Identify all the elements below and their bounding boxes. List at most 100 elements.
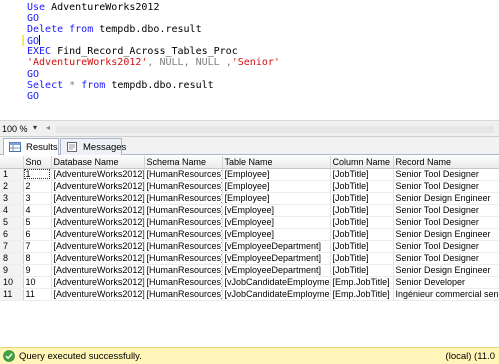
zoom-dropdown-icon[interactable]: ▾ xyxy=(33,123,37,132)
cell-column[interactable]: [JobTitle] xyxy=(330,240,394,253)
zoom-level[interactable]: 100 % xyxy=(2,124,28,134)
cell-schema[interactable]: [HumanResources] xyxy=(144,192,223,205)
cell-table[interactable]: [vEmployee] xyxy=(222,204,331,217)
cell-database[interactable]: [AdventureWorks2012] xyxy=(51,192,145,205)
cell-schema[interactable]: [HumanResources] xyxy=(144,216,223,229)
cell-column[interactable]: [JobTitle] xyxy=(330,180,394,193)
cell-table[interactable]: [Employee] xyxy=(222,168,331,181)
code-line-go3[interactable]: GO xyxy=(0,69,499,80)
cell-schema[interactable]: [HumanResources] xyxy=(144,228,223,241)
cell-record[interactable]: Senior Design Engineer xyxy=(393,264,499,277)
cell-record[interactable]: Senior Tool Designer xyxy=(393,240,499,253)
cell-column[interactable]: [Emp.JobTitle] xyxy=(330,288,394,301)
row-number[interactable]: 8 xyxy=(0,252,24,265)
table-row[interactable]: 5 5 [AdventureWorks2012] [HumanResources] [v… xyxy=(0,216,499,229)
cell-schema[interactable]: [HumanResources] xyxy=(144,204,223,217)
column-header[interactable]: Record Name xyxy=(393,156,499,169)
cell-schema[interactable]: [HumanResources] xyxy=(144,168,223,181)
cell-record[interactable]: Senior Tool Designer xyxy=(393,180,499,193)
grid-corner[interactable] xyxy=(0,156,24,169)
table-row[interactable]: 8 8 [AdventureWorks2012] [HumanResources] [v… xyxy=(0,252,499,265)
cell-database[interactable]: [AdventureWorks2012] xyxy=(51,204,145,217)
table-row[interactable]: 11 11 [AdventureWorks2012] [HumanResources]… xyxy=(0,288,499,301)
cell-record[interactable]: Ingénieur commercial senior xyxy=(393,288,499,301)
cell-column[interactable]: [JobTitle] xyxy=(330,228,394,241)
table-row[interactable]: 7 7 [AdventureWorks2012] [HumanResources] [v… xyxy=(0,240,499,253)
cell-database[interactable]: [AdventureWorks2012] xyxy=(51,240,145,253)
table-row[interactable]: 2 2 [AdventureWorks2012] [HumanResources] [E… xyxy=(0,180,499,193)
table-row[interactable]: 10 10 [AdventureWorks2012] [HumanResources]… xyxy=(0,276,499,289)
cell-sno[interactable]: 9 xyxy=(23,264,52,277)
cell-database[interactable]: [AdventureWorks2012] xyxy=(51,252,145,265)
table-row[interactable]: 6 6 [AdventureWorks2012] [HumanResources] [v… xyxy=(0,228,499,241)
code-line-args[interactable]: 'AdventureWorks2012', NULL, NULL ,'Senio… xyxy=(0,57,499,68)
tab-results[interactable]: Results xyxy=(3,138,59,156)
scroll-left-icon[interactable]: ◂ xyxy=(46,123,50,132)
cell-table[interactable]: [vEmployee] xyxy=(222,216,331,229)
cell-column[interactable]: [JobTitle] xyxy=(330,168,394,181)
table-row[interactable]: 9 9 [AdventureWorks2012] [HumanResources] [v… xyxy=(0,264,499,277)
code-line-use[interactable]: Use AdventureWorks2012 xyxy=(0,2,499,13)
horizontal-scrollbar[interactable] xyxy=(56,126,494,133)
cell-schema[interactable]: [HumanResources] xyxy=(144,252,223,265)
cell-table[interactable]: [vEmployeeDepartment] xyxy=(222,264,331,277)
cell-sno[interactable]: 10 xyxy=(23,276,52,289)
table-row[interactable]: 1 1 [AdventureWorks2012] [HumanResources] [E… xyxy=(0,168,499,181)
cell-database[interactable]: [AdventureWorks2012] xyxy=(51,276,145,289)
cell-record[interactable]: Senior Design Engineer xyxy=(393,228,499,241)
cell-record[interactable]: Senior Tool Designer xyxy=(393,168,499,181)
cell-sno[interactable]: 5 xyxy=(23,216,52,229)
cell-sno[interactable]: 8 xyxy=(23,252,52,265)
cell-sno[interactable]: 11 xyxy=(23,288,52,301)
cell-database[interactable]: [AdventureWorks2012] xyxy=(51,264,145,277)
code-line-go2[interactable]: GO xyxy=(0,35,499,47)
cell-schema[interactable]: [HumanResources] xyxy=(144,240,223,253)
row-number[interactable]: 7 xyxy=(0,240,24,253)
cell-sno[interactable]: 6 xyxy=(23,228,52,241)
cell-sno[interactable]: 7 xyxy=(23,240,52,253)
table-row[interactable]: 3 3 [AdventureWorks2012] [HumanResources] [E… xyxy=(0,192,499,205)
row-number[interactable]: 3 xyxy=(0,192,24,205)
cell-database[interactable]: [AdventureWorks2012] xyxy=(51,288,145,301)
cell-column[interactable]: [JobTitle] xyxy=(330,264,394,277)
code-line-go1[interactable]: GO xyxy=(0,13,499,24)
cell-record[interactable]: Senior Tool Designer xyxy=(393,252,499,265)
row-number[interactable]: 1 xyxy=(0,168,24,181)
tab-messages[interactable]: Messages xyxy=(60,138,126,155)
code-line-exec[interactable]: EXEC Find_Record_Across_Tables_Proc xyxy=(0,46,499,57)
cell-record[interactable]: Senior Developer xyxy=(393,276,499,289)
cell-table[interactable]: [Employee] xyxy=(222,180,331,193)
cell-column[interactable]: [Emp.JobTitle] xyxy=(330,276,394,289)
row-number[interactable]: 6 xyxy=(0,228,24,241)
cell-sno[interactable]: 1 xyxy=(23,168,52,181)
column-header[interactable]: Sno xyxy=(23,156,52,169)
column-header[interactable]: Column Name xyxy=(330,156,394,169)
cell-record[interactable]: Senior Tool Designer xyxy=(393,216,499,229)
row-number[interactable]: 4 xyxy=(0,204,24,217)
cell-schema[interactable]: [HumanResources] xyxy=(144,264,223,277)
cell-database[interactable]: [AdventureWorks2012] xyxy=(51,216,145,229)
cell-sno[interactable]: 3 xyxy=(23,192,52,205)
cell-schema[interactable]: [HumanResources] xyxy=(144,276,223,289)
cell-schema[interactable]: [HumanResources] xyxy=(144,288,223,301)
code-line-delete[interactable]: Delete from tempdb.dbo.result xyxy=(0,24,499,35)
cell-column[interactable]: [JobTitle] xyxy=(330,252,394,265)
cell-table[interactable]: [Employee] xyxy=(222,192,331,205)
cell-table[interactable]: [vJobCandidateEmployment] xyxy=(222,288,331,301)
cell-database[interactable]: [AdventureWorks2012] xyxy=(51,228,145,241)
cell-column[interactable]: [JobTitle] xyxy=(330,204,394,217)
cell-column[interactable]: [JobTitle] xyxy=(330,192,394,205)
sql-editor[interactable]: Use AdventureWorks2012 GO Delete from temp… xyxy=(0,0,499,120)
results-grid[interactable]: Sno Database Name Schema Name Table Name Col… xyxy=(0,155,499,347)
column-header[interactable]: Schema Name xyxy=(144,156,223,169)
cell-table[interactable]: [vEmployeeDepartment] xyxy=(222,240,331,253)
cell-sno[interactable]: 4 xyxy=(23,204,52,217)
cell-column[interactable]: [JobTitle] xyxy=(330,216,394,229)
column-header[interactable]: Database Name xyxy=(51,156,145,169)
table-row[interactable]: 4 4 [AdventureWorks2012] [HumanResources] [v… xyxy=(0,204,499,217)
code-line-select[interactable]: Select * from tempdb.dbo.result xyxy=(0,80,499,91)
row-number[interactable]: 10 xyxy=(0,276,24,289)
code-line-go4[interactable]: GO xyxy=(0,91,499,102)
cell-table[interactable]: [vJobCandidateEmployment] xyxy=(222,276,331,289)
cell-sno[interactable]: 2 xyxy=(23,180,52,193)
